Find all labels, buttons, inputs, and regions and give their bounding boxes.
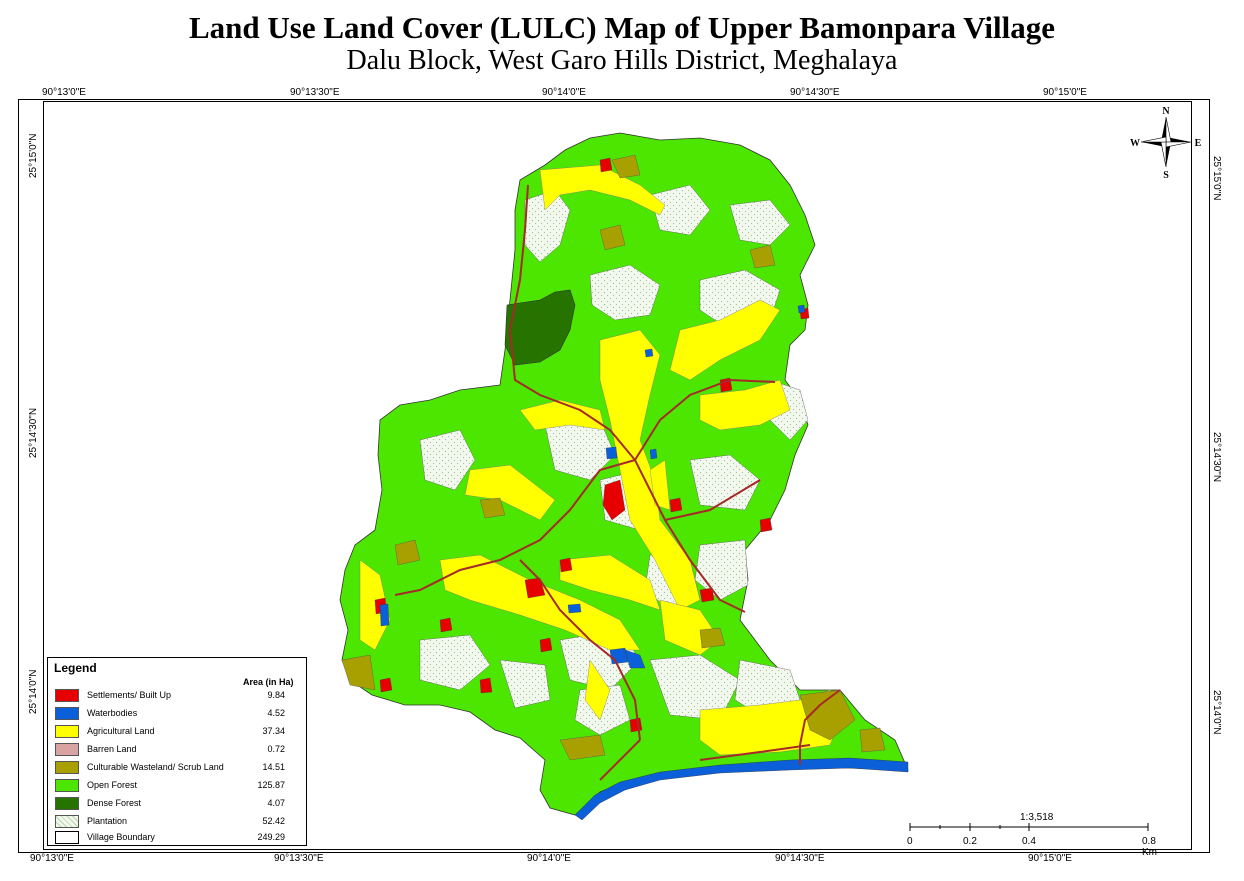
- legend-label: Plantation: [87, 816, 128, 826]
- legend-label: Dense Forest: [87, 798, 142, 808]
- west-label: W: [1130, 138, 1140, 149]
- legend-label: Settlements/ Built Up: [87, 690, 172, 700]
- legend-label: Barren Land: [87, 744, 137, 754]
- legend-item: Village Boundary 249.29: [55, 831, 295, 845]
- legend-swatch: [55, 779, 79, 792]
- legend-item: Waterbodies 4.52: [55, 707, 295, 721]
- legend-item: Settlements/ Built Up 9.84: [55, 689, 295, 703]
- scale-tick-2: 0.4: [1022, 836, 1036, 847]
- legend-value: 249.29: [257, 832, 285, 842]
- legend-swatch: [55, 831, 79, 844]
- legend-swatch: [55, 707, 79, 720]
- legend-item: Agricultural Land 37.34: [55, 725, 295, 739]
- legend-swatch: [55, 761, 79, 774]
- scale-tick-1: 0.2: [963, 836, 977, 847]
- legend-value: 4.07: [267, 798, 285, 808]
- scale-bar: 1:3,518 0 0.2 0.4 0.8 Km: [905, 812, 1165, 858]
- legend-swatch: [55, 689, 79, 702]
- legend-swatch: [55, 815, 79, 828]
- scale-tick-0: 0: [907, 836, 913, 847]
- scale-bar-graphic: [909, 823, 1149, 831]
- legend-area-header: Area (in Ha): [243, 677, 294, 687]
- scale-tick-3: 0.8 Km: [1142, 836, 1157, 858]
- legend-item: Open Forest 125.87: [55, 779, 295, 793]
- legend-label: Waterbodies: [87, 708, 138, 718]
- legend: Legend Area (in Ha) Settlements/ Built U…: [47, 657, 307, 846]
- legend-swatch: [55, 725, 79, 738]
- legend-value: 14.51: [262, 762, 285, 772]
- legend-swatch: [55, 797, 79, 810]
- legend-label: Culturable Wasteland/ Scrub Land: [87, 762, 224, 772]
- legend-swatch: [55, 743, 79, 756]
- legend-item: Culturable Wasteland/ Scrub Land 14.51: [55, 761, 295, 775]
- legend-value: 125.87: [257, 780, 285, 790]
- legend-label: Open Forest: [87, 780, 138, 790]
- legend-label: Agricultural Land: [87, 726, 155, 736]
- north-label: N: [1162, 106, 1170, 117]
- legend-value: 9.84: [267, 690, 285, 700]
- legend-item: Dense Forest 4.07: [55, 797, 295, 811]
- east-label: E: [1195, 138, 1202, 149]
- legend-value: 4.52: [267, 708, 285, 718]
- legend-item: Plantation 52.42: [55, 815, 295, 829]
- legend-value: 0.72: [267, 744, 285, 754]
- legend-item: Barren Land 0.72: [55, 743, 295, 757]
- legend-label: Village Boundary: [87, 832, 155, 842]
- legend-value: 52.42: [262, 816, 285, 826]
- legend-value: 37.34: [262, 726, 285, 736]
- north-arrow: N S E W: [1128, 104, 1208, 181]
- south-label: S: [1163, 170, 1169, 180]
- legend-title: Legend: [54, 661, 97, 675]
- north-arrow-icon: N S E W: [1130, 106, 1202, 181]
